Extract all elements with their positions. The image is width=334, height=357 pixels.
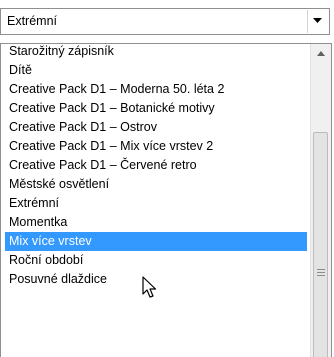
effect-dropdown[interactable]: Extrémní — [0, 8, 330, 35]
list-item[interactable]: Momentka — [5, 213, 307, 232]
chevron-up-icon — [317, 51, 325, 56]
dropdown-list[interactable]: Starožitný zápisník Dítě Creative Pack D… — [0, 43, 332, 357]
scroll-grip-icon — [317, 269, 325, 278]
list-item[interactable]: Creative Pack D1 – Botanické motivy — [5, 99, 307, 118]
scroll-up-button[interactable] — [311, 44, 331, 64]
list-item[interactable]: Creative Pack D1 – Ostrov — [5, 118, 307, 137]
mouse-pointer-icon — [142, 276, 157, 298]
dropdown-toggle-button[interactable] — [307, 10, 328, 33]
scrollbar-thumb[interactable] — [313, 132, 328, 357]
vertical-scrollbar[interactable] — [310, 44, 331, 357]
list-item[interactable]: Roční období — [5, 251, 307, 270]
list-item[interactable]: Městské osvětlení — [5, 175, 307, 194]
list-item[interactable]: Creative Pack D1 – Červené retro — [5, 156, 307, 175]
chevron-down-icon — [313, 18, 322, 23]
list-item[interactable]: Dítě — [5, 61, 307, 80]
list-item[interactable]: Creative Pack D1 – Moderna 50. léta 2 — [5, 80, 307, 99]
list-item-highlighted[interactable]: Mix více vrstev — [5, 232, 307, 251]
list-item[interactable]: Extrémní — [5, 194, 307, 213]
dropdown-selected-value: Extrémní — [7, 14, 58, 28]
list-item[interactable]: Starožitný zápisník — [5, 44, 307, 61]
list-item[interactable]: Creative Pack D1 – Mix více vrstev 2 — [5, 137, 307, 156]
